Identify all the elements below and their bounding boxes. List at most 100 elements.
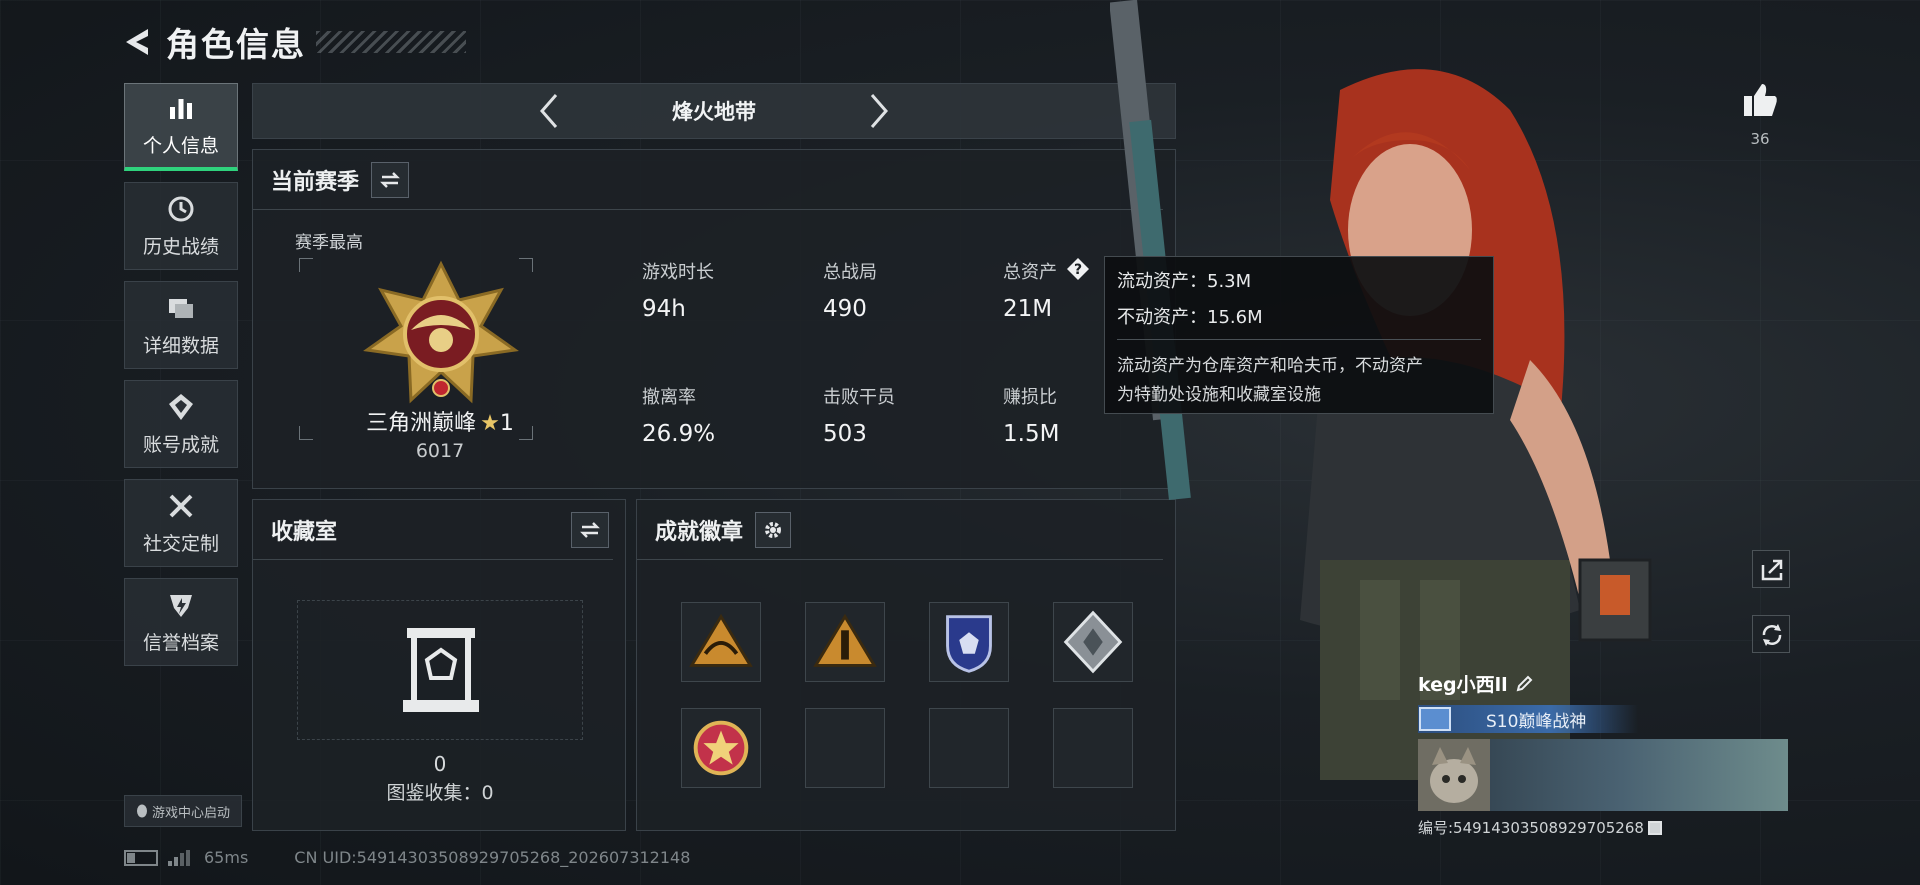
chevron-right-icon[interactable] xyxy=(864,91,894,131)
panel-header: 收藏室 xyxy=(253,500,613,560)
stat-profit-loss: 赚损比 1.5M xyxy=(1003,383,1059,447)
swap-arrows-icon xyxy=(380,171,400,188)
stat-label: 总战局 xyxy=(823,262,877,283)
rank-name: 三角洲巅峰 ★1 xyxy=(295,405,585,437)
stat-total-matches: 总战局 490 xyxy=(823,258,877,322)
share-button[interactable] xyxy=(1752,550,1790,588)
mode-selector: 烽火地带 xyxy=(252,83,1176,139)
tooltip-description-line: 流动资产为仓库资产和哈夫币，不动资产 xyxy=(1117,356,1423,376)
page-header: 角色信息 xyxy=(120,18,466,66)
sidebar-item-personal-info[interactable]: 个人信息 xyxy=(124,83,238,171)
header-decoration xyxy=(316,31,466,53)
title-emblem-icon xyxy=(1419,707,1451,731)
star-icon: ★ xyxy=(480,411,500,436)
help-question-icon[interactable]: ? xyxy=(1066,257,1090,281)
stat-label: 总资产 xyxy=(1003,262,1057,283)
badge-slot-5[interactable] xyxy=(681,708,761,788)
player-name: keg小西ll xyxy=(1418,674,1508,696)
stat-total-assets: 总资产 21M xyxy=(1003,258,1057,322)
badge-slot-empty[interactable] xyxy=(929,708,1009,788)
sidebar-item-label: 账号成就 xyxy=(142,433,219,456)
sidebar-item-achievements[interactable]: 账号成就 xyxy=(124,380,238,468)
stat-operators-defeated: 击败干员 503 xyxy=(823,383,895,447)
player-card: keg小西ll S10巅峰战神 编号:5491430350892970526​8 xyxy=(1418,670,1788,840)
panel-header: 当前赛季 xyxy=(253,150,1163,210)
pencil-edit-icon[interactable] xyxy=(1514,674,1534,694)
sidebar-item-history[interactable]: 历史战绩 xyxy=(124,182,238,270)
stat-value: 1.5M xyxy=(1003,421,1060,447)
star-medal-badge-icon xyxy=(693,720,749,776)
collection-count: 0 xyxy=(433,752,447,776)
assets-tooltip: 流动资产：5.3M 不动资产：15.6M 流动资产为仓库资产和哈夫币，不动资产 … xyxy=(1104,256,1494,414)
signal-icon xyxy=(168,849,190,866)
player-id-row: 编号:5491430350892970526​8 xyxy=(1418,817,1788,838)
thumbs-up-icon[interactable] xyxy=(1740,80,1780,120)
game-center-launch-button[interactable]: 游戏中心启动 xyxy=(124,795,242,827)
status-bar: 65ms CN UID:5491430350892970526​8_202607… xyxy=(124,848,690,867)
stat-label: 击败干员 xyxy=(823,387,895,408)
credit-shield-icon xyxy=(170,594,192,617)
copy-icon[interactable] xyxy=(1647,820,1662,835)
sidebar-item-credit-record[interactable]: 信誉档案 xyxy=(124,578,238,666)
page-title: 角色信息 xyxy=(166,25,306,64)
tooltip-description-line: 为特勤处设施和收藏室设施 xyxy=(1117,385,1321,405)
tools-icon xyxy=(169,494,193,517)
bar-chart-icon xyxy=(170,99,192,119)
blue-shield-badge-icon xyxy=(946,615,992,673)
avatar xyxy=(1418,739,1490,811)
stat-value: 490 xyxy=(823,296,867,322)
season-title: 当前赛季 xyxy=(271,169,360,195)
rank-name-text: 三角洲巅峰 xyxy=(366,411,477,436)
current-season-panel: 当前赛季 赛季最高 三角洲巅峰 ★1 6017 游戏时长 94h 总战局 490 … xyxy=(252,149,1176,489)
triangle-gold-badge-icon xyxy=(689,613,753,667)
panel-header: 成就徽章 xyxy=(637,500,1163,560)
collection-total: 图鉴收集：0 xyxy=(386,782,494,804)
achievement-badges-panel: 成就徽章 xyxy=(636,499,1176,831)
badge-slot-3[interactable] xyxy=(929,602,1009,682)
rank-level: 1 xyxy=(499,411,514,436)
achievement-icon xyxy=(169,393,193,420)
badge-settings-button[interactable] xyxy=(755,511,792,548)
player-name-row: keg小西ll xyxy=(1418,670,1788,697)
back-arrow-icon[interactable] xyxy=(120,25,154,59)
sidebar-item-detailed-data[interactable]: 详细数据 xyxy=(124,281,238,369)
like-count: 36 xyxy=(1750,130,1770,148)
sidebar-item-label: 社交定制 xyxy=(142,532,219,555)
rank-score: 6017 xyxy=(415,440,465,462)
stat-extraction-rate: 撤离率 26.9% xyxy=(642,383,715,447)
swap-arrows-icon xyxy=(580,522,600,538)
sidebar-item-label: 详细数据 xyxy=(142,334,219,357)
badge-slot-2[interactable] xyxy=(805,602,885,682)
refresh-icon xyxy=(1762,624,1782,646)
player-banner[interactable] xyxy=(1418,739,1788,811)
collection-room-panel: 收藏室 0 图鉴收集：0 xyxy=(252,499,626,831)
ping-value: 65ms xyxy=(204,848,249,867)
sidebar-nav: 个人信息 历史战绩 详细数据 账号成就 社交定制 信誉档案 xyxy=(124,83,238,677)
rank-medal-icon xyxy=(363,260,519,404)
player-id: 编号:5491430350892970526​8 xyxy=(1418,819,1644,837)
chevron-left-icon[interactable] xyxy=(534,91,564,131)
stat-play-time: 游戏时长 94h xyxy=(642,258,714,322)
stat-label: 撤离率 xyxy=(642,387,696,408)
tooltip-divider xyxy=(1117,339,1481,340)
collection-switch-button[interactable] xyxy=(571,512,609,548)
stat-label: 赚损比 xyxy=(1003,387,1057,408)
rotate-button[interactable] xyxy=(1752,615,1790,653)
tooltip-liquid-assets: 流动资产：5.3M xyxy=(1117,271,1252,292)
display-case-icon xyxy=(403,628,479,712)
badge-slot-1[interactable] xyxy=(681,602,761,682)
player-title-bar: S10巅峰战神 xyxy=(1418,705,1638,733)
uid-text: CN UID:5491430350892970526​8_20260731214… xyxy=(294,848,691,867)
stat-label: 游戏时长 xyxy=(642,262,714,283)
season-switch-button[interactable] xyxy=(371,161,410,198)
sidebar-item-social-custom[interactable]: 社交定制 xyxy=(124,479,238,567)
badge-slot-empty[interactable] xyxy=(805,708,885,788)
stat-value: 21M xyxy=(1003,296,1053,322)
share-icon xyxy=(1761,559,1783,581)
triangle-tower-badge-icon xyxy=(813,613,877,667)
history-clock-icon xyxy=(168,196,194,221)
sidebar-item-label: 信誉档案 xyxy=(142,631,219,654)
penguin-icon xyxy=(136,804,148,818)
player-title: S10巅峰战神 xyxy=(1486,711,1587,732)
stat-value: 503 xyxy=(823,421,867,447)
